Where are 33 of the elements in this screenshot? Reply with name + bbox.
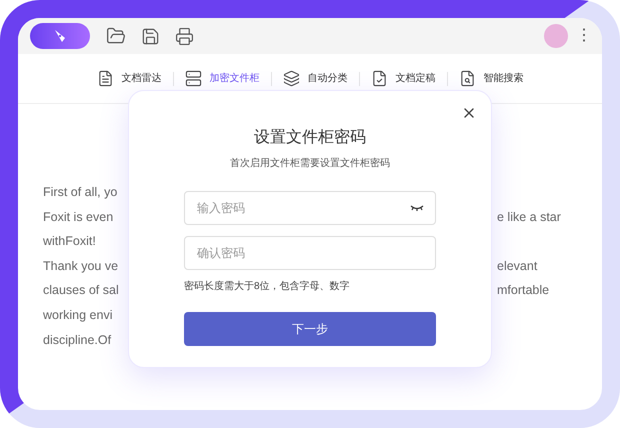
- layers-icon: [282, 70, 300, 87]
- pen-nib-icon: [53, 29, 67, 43]
- dialog-title: 设置文件柜密码: [254, 128, 366, 148]
- password-field[interactable]: 输入密码: [184, 191, 436, 225]
- document-text: working envi: [43, 308, 112, 322]
- document-text: First of all, yo: [43, 185, 118, 199]
- password-hint: 密码长度需大于8位，包含字母、数字: [184, 280, 351, 294]
- document-icon: [96, 70, 114, 87]
- document-text: Thank you ve: [43, 258, 118, 273]
- dialog-subtitle: 首次启用文件柜需要设置文件柜密码: [230, 156, 390, 171]
- next-button[interactable]: 下一步: [184, 312, 436, 346]
- more-menu-icon[interactable]: ⋮: [576, 28, 592, 44]
- feature-tab[interactable]: 智能搜索: [456, 70, 526, 87]
- document-text: Foxit is even: [43, 210, 114, 224]
- save-icon[interactable]: [141, 26, 160, 46]
- document-text: clauses of sal: [43, 283, 119, 298]
- document-text: withFoxit!: [43, 234, 96, 248]
- printer-icon[interactable]: [175, 26, 194, 46]
- feature-tab[interactable]: 文档定稿: [368, 70, 438, 87]
- document-search-icon: [458, 70, 476, 87]
- document-text: mfortable: [497, 283, 550, 298]
- document-text: elevant: [497, 258, 538, 273]
- logo-button[interactable]: [30, 23, 90, 49]
- password-field[interactable]: 确认密码: [184, 236, 436, 270]
- feature-tab[interactable]: 自动分类: [280, 70, 350, 87]
- closed-eye-icon[interactable]: [410, 204, 424, 212]
- cabinet-icon: [184, 70, 202, 87]
- document-text: discipline.Of: [43, 332, 112, 347]
- document-text: e like a star: [497, 210, 561, 224]
- folder-icon[interactable]: [106, 26, 126, 46]
- document-check-icon: [370, 70, 388, 87]
- feature-tab[interactable]: 文档雷达: [94, 70, 164, 87]
- feature-tab[interactable]: 加密文件柜: [182, 70, 262, 87]
